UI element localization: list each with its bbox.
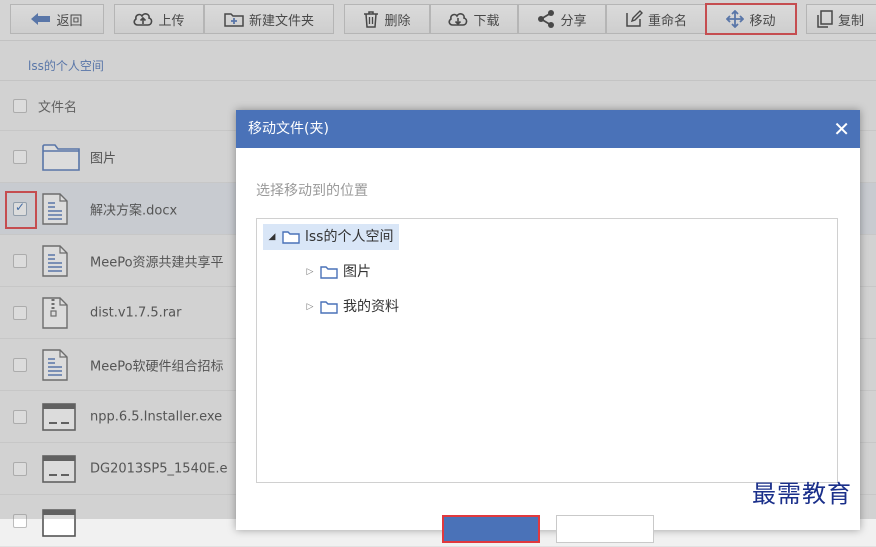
dialog-title: 移动文件(夹) <box>248 121 329 137</box>
folder-icon <box>320 266 338 279</box>
tree-node-label[interactable]: 我的资料 <box>343 294 399 320</box>
cancel-button[interactable] <box>556 515 654 543</box>
folder-icon <box>320 301 338 314</box>
tree-node-root[interactable]: ◢ lss的个人空间 <box>263 224 400 250</box>
collapsed-arrow-icon[interactable]: ▷ <box>305 294 315 320</box>
confirm-button[interactable] <box>442 515 540 543</box>
move-dialog: 移动文件(夹) ✕ 选择移动到的位置 ◢ lss的个人空间 ▷ 图片 ▷ 我的资… <box>236 110 860 543</box>
folder-tree: ◢ lss的个人空间 ▷ 图片 ▷ 我的资料 <box>256 218 838 483</box>
tree-node-pictures[interactable]: ▷ 图片 <box>305 259 371 285</box>
tree-node-my-documents[interactable]: ▷ 我的资料 <box>305 294 399 320</box>
close-icon[interactable]: ✕ <box>833 110 850 148</box>
tree-node-label[interactable]: 图片 <box>343 259 371 285</box>
dialog-title-bar: 移动文件(夹) ✕ <box>236 110 860 148</box>
collapsed-arrow-icon[interactable]: ▷ <box>305 259 315 285</box>
dialog-prompt: 选择移动到的位置 <box>256 183 368 199</box>
tree-node-label[interactable]: lss的个人空间 <box>305 224 393 250</box>
watermark: 最需教育 <box>752 480 852 508</box>
expanded-arrow-icon[interactable]: ◢ <box>267 224 277 250</box>
folder-icon <box>282 231 300 244</box>
